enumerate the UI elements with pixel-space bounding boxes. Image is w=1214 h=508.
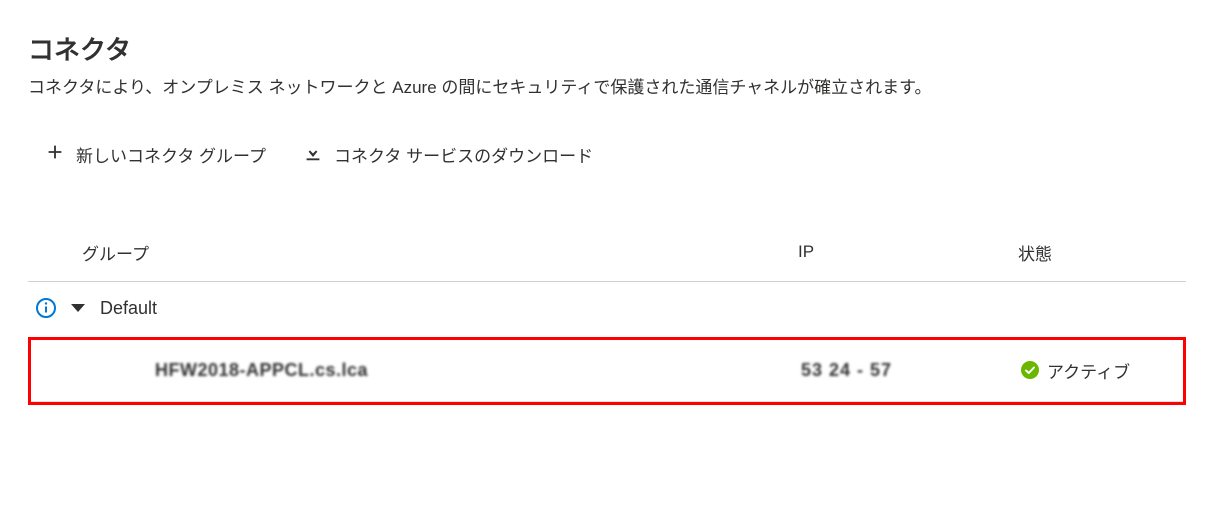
new-connector-group-label: 新しいコネクタ グループ	[76, 142, 266, 167]
connector-name: HFW2018-APPCL.cs.lca	[31, 360, 801, 381]
column-header-status[interactable]: 状態	[1018, 240, 1186, 265]
group-name: Default	[100, 298, 157, 319]
chevron-down-icon[interactable]	[70, 300, 86, 316]
connector-status: アクティブ	[1021, 358, 1183, 383]
connector-ip: 53 24 - 57	[801, 360, 1021, 381]
connector-status-label: アクティブ	[1047, 358, 1130, 383]
connector-row[interactable]: HFW2018-APPCL.cs.lca 53 24 - 57 アクティブ	[31, 340, 1183, 402]
info-icon[interactable]	[36, 298, 56, 318]
download-connector-button[interactable]: コネクタ サービスのダウンロード	[302, 141, 593, 168]
page-title: コネクタ	[28, 30, 1186, 67]
plus-icon	[44, 141, 66, 168]
group-row[interactable]: Default	[28, 282, 1186, 335]
table-header: グループ IP 状態	[28, 228, 1186, 282]
page-description: コネクタにより、オンプレミス ネットワークと Azure の間にセキュリティで保…	[28, 75, 1186, 101]
column-header-ip[interactable]: IP	[798, 242, 1018, 262]
connector-row-highlight: HFW2018-APPCL.cs.lca 53 24 - 57 アクティブ	[28, 337, 1186, 405]
checkmark-circle-icon	[1021, 361, 1039, 379]
download-icon	[302, 141, 324, 168]
download-connector-label: コネクタ サービスのダウンロード	[334, 142, 593, 167]
new-connector-group-button[interactable]: 新しいコネクタ グループ	[44, 141, 266, 168]
toolbar: 新しいコネクタ グループ コネクタ サービスのダウンロード	[28, 141, 1186, 168]
column-header-group[interactable]: グループ	[28, 240, 798, 265]
